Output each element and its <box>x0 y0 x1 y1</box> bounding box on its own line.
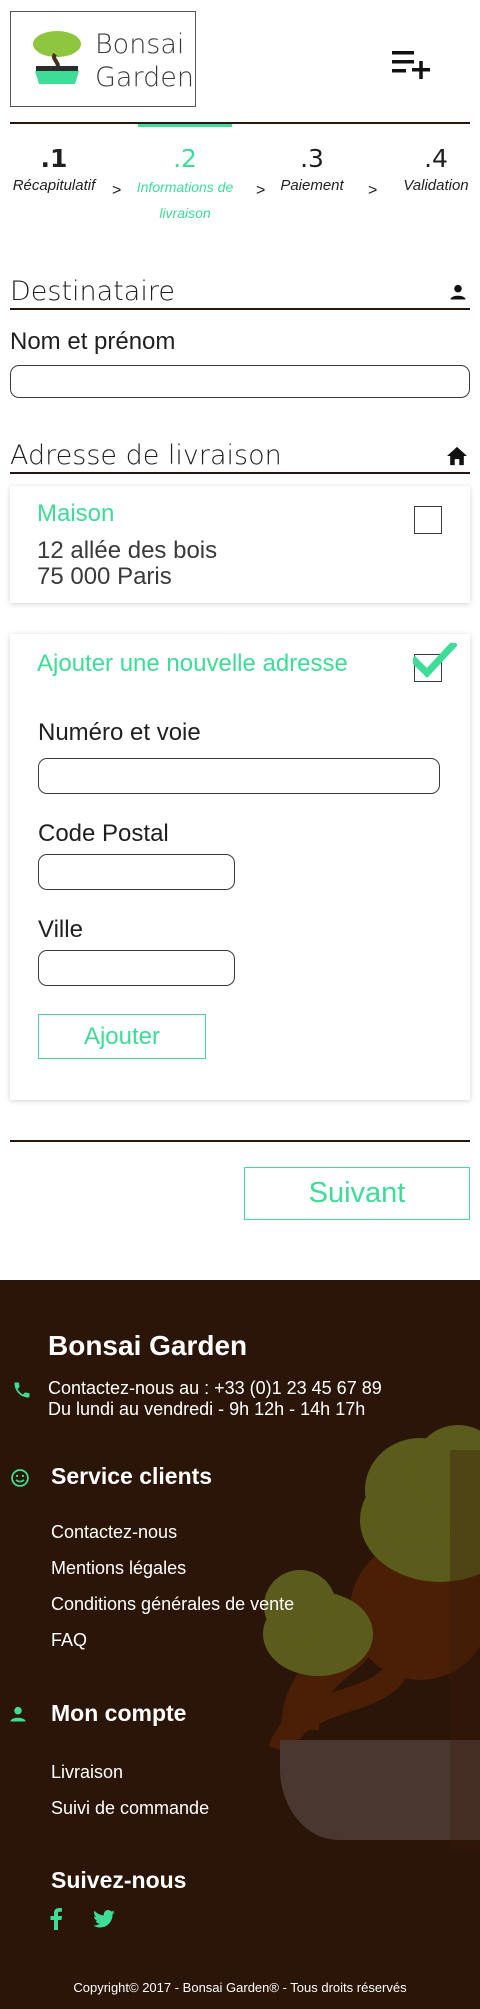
street-input[interactable] <box>38 758 440 794</box>
contact-phone: Contactez-nous au : +33 (0)1 23 45 67 89 <box>48 1378 382 1398</box>
follow-us-heading: Suivez-nous <box>51 1867 187 1893</box>
twitter-icon[interactable] <box>93 1910 115 1928</box>
form-divider <box>10 1140 470 1142</box>
home-icon <box>447 446 467 466</box>
new-address-checkbox[interactable] <box>413 643 457 682</box>
footer-link-faq[interactable]: FAQ <box>51 1630 87 1651</box>
account-heading: Mon compte <box>51 1700 187 1726</box>
street-label: Numéro et voie <box>38 719 201 746</box>
saved-address-card[interactable]: Maison 12 allée des bois 75 000 Paris <box>10 486 470 603</box>
full-name-input[interactable] <box>10 365 470 398</box>
footer-link-legal[interactable]: Mentions légales <box>51 1558 186 1579</box>
footer-link-order-tracking[interactable]: Suivi de commande <box>51 1798 209 1819</box>
address-line1: 12 allée des bois <box>37 537 218 564</box>
new-address-card: Ajouter une nouvelle adresse Numéro et v… <box>10 634 470 1100</box>
copyright: Copyright© 2017 - Bonsai Garden® - Tous … <box>73 1980 407 1995</box>
service-clients-heading: Service clients <box>51 1463 213 1489</box>
person-icon <box>10 1706 26 1722</box>
next-button[interactable]: Suivant <box>244 1167 470 1220</box>
footer-link-delivery[interactable]: Livraison <box>51 1762 123 1783</box>
checkmark-icon <box>413 643 457 679</box>
footer-link-contact[interactable]: Contactez-nous <box>51 1522 177 1543</box>
phone-icon <box>14 1382 30 1398</box>
city-input[interactable] <box>38 950 235 986</box>
recipient-section-header: Destinataire <box>10 276 470 310</box>
section-title: Adresse de livraison <box>10 440 282 471</box>
postal-code-input[interactable] <box>38 854 235 890</box>
delivery-section-header: Adresse de livraison <box>10 440 470 474</box>
contact-hours: Du lundi au vendredi - 9h 12h - 14h 17h <box>48 1399 366 1419</box>
new-address-title: Ajouter une nouvelle adresse <box>37 650 348 677</box>
address-name: Maison <box>37 500 115 527</box>
footer-contact: Contactez-nous au : +33 (0)1 23 45 67 89… <box>48 1378 382 1420</box>
add-address-button[interactable]: Ajouter <box>38 1014 206 1059</box>
facebook-icon[interactable] <box>49 1908 63 1930</box>
name-label: Nom et prénom <box>10 328 176 355</box>
main-content: Destinataire Nom et prénom Adresse de li… <box>0 0 480 1280</box>
footer-brand: Bonsai Garden <box>48 1330 248 1361</box>
footer: Bonsai Garden Contactez-nous au : +33 (0… <box>0 1280 480 2009</box>
person-icon <box>450 284 466 300</box>
postal-code-label: Code Postal <box>38 820 169 847</box>
footer-link-terms[interactable]: Conditions générales de vente <box>51 1594 294 1615</box>
smiley-icon <box>11 1469 29 1487</box>
saved-address-checkbox[interactable] <box>414 506 442 534</box>
address-line2: 75 000 Paris <box>37 563 172 590</box>
city-label: Ville <box>38 916 83 943</box>
section-title: Destinataire <box>10 276 175 307</box>
